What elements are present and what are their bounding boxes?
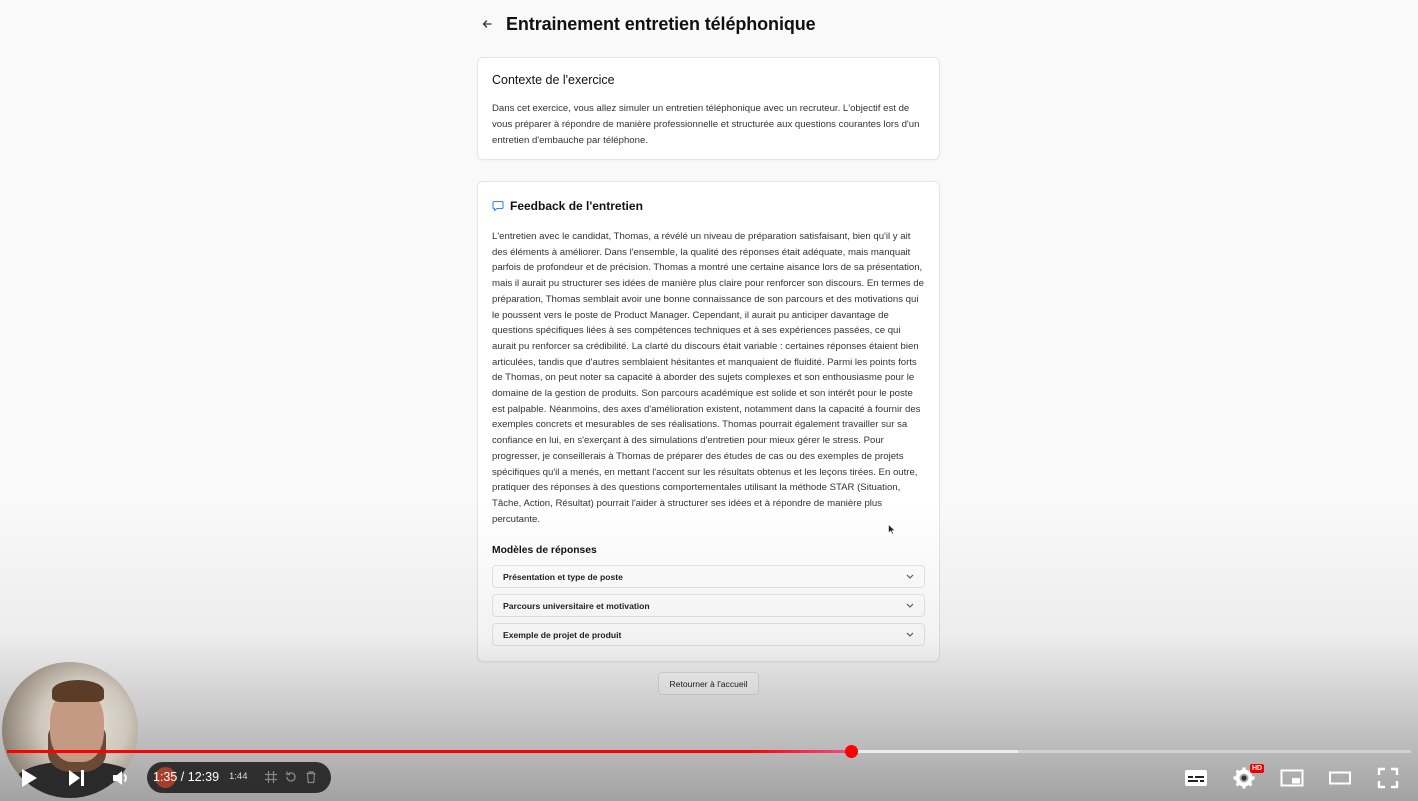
context-title: Contexte de l'exercice <box>492 73 615 87</box>
back-button[interactable] <box>478 12 496 36</box>
skip-next-icon <box>69 770 84 786</box>
models-title: Modèles de réponses <box>492 545 597 557</box>
theater-mode-icon <box>1329 771 1351 785</box>
volume-button[interactable] <box>107 764 135 792</box>
fullscreen-button[interactable] <box>1374 764 1402 792</box>
next-button[interactable] <box>62 764 90 792</box>
progress-scrubber[interactable] <box>844 745 858 758</box>
recording-time: 1:44 <box>229 771 248 782</box>
accordion-item-projet[interactable]: Exemple de projet de produit <box>492 623 925 647</box>
feedback-header: Feedback de l'entretien <box>492 199 925 213</box>
page: Entrainement entretien téléphonique Cont… <box>0 0 1418 801</box>
hd-badge: HD <box>1250 764 1265 773</box>
accordion-item-parcours[interactable]: Parcours universitaire et motivation <box>492 594 925 618</box>
mouse-cursor-icon <box>888 524 896 535</box>
miniplayer-button[interactable] <box>1278 764 1306 792</box>
time-pill: 1:35 / 12:39 1:44 <box>147 762 331 793</box>
restart-icon[interactable] <box>284 770 298 784</box>
feedback-card: Feedback de l'entretien L'entretien avec… <box>477 181 940 662</box>
subtitles-button[interactable] <box>1182 764 1210 792</box>
miniplayer-icon <box>1280 769 1304 787</box>
accordion-label: Parcours universitaire et motivation <box>503 600 650 611</box>
trash-icon[interactable] <box>304 770 318 784</box>
page-header: Entrainement entretien téléphonique <box>478 12 816 36</box>
play-icon <box>22 769 37 787</box>
context-card: Contexte de l'exercice Dans cet exercice… <box>477 57 940 160</box>
time-display: 1:35 / 12:39 <box>153 770 220 784</box>
volume-icon <box>113 771 127 785</box>
page-title: Entrainement entretien téléphonique <box>506 13 816 34</box>
accordion-item-presentation[interactable]: Présentation et type de poste <box>492 565 925 589</box>
chat-icon <box>492 200 504 212</box>
accordion-label: Exemple de projet de produit <box>503 629 622 640</box>
subtitles-icon <box>1185 770 1207 786</box>
webcam-hair <box>52 680 104 702</box>
chevron-down-icon <box>906 603 914 609</box>
home-button[interactable]: Retourner à l'accueil <box>658 672 759 695</box>
progress-played <box>7 750 851 753</box>
fullscreen-icon <box>1377 767 1399 789</box>
chevron-down-icon <box>906 574 914 580</box>
play-button[interactable] <box>15 764 43 792</box>
progress-bar[interactable] <box>7 745 1411 758</box>
accordion-label: Présentation et type de poste <box>503 571 623 582</box>
arrow-left-icon <box>482 20 492 28</box>
feedback-title: Feedback de l'entretien <box>510 199 643 213</box>
grid-icon[interactable] <box>264 770 278 784</box>
feedback-text: L'entretien avec le candidat, Thomas, a … <box>492 231 924 525</box>
chevron-down-icon <box>906 632 914 638</box>
context-text: Dans cet exercice, vous allez simuler un… <box>492 103 920 146</box>
theater-mode-button[interactable] <box>1326 764 1354 792</box>
